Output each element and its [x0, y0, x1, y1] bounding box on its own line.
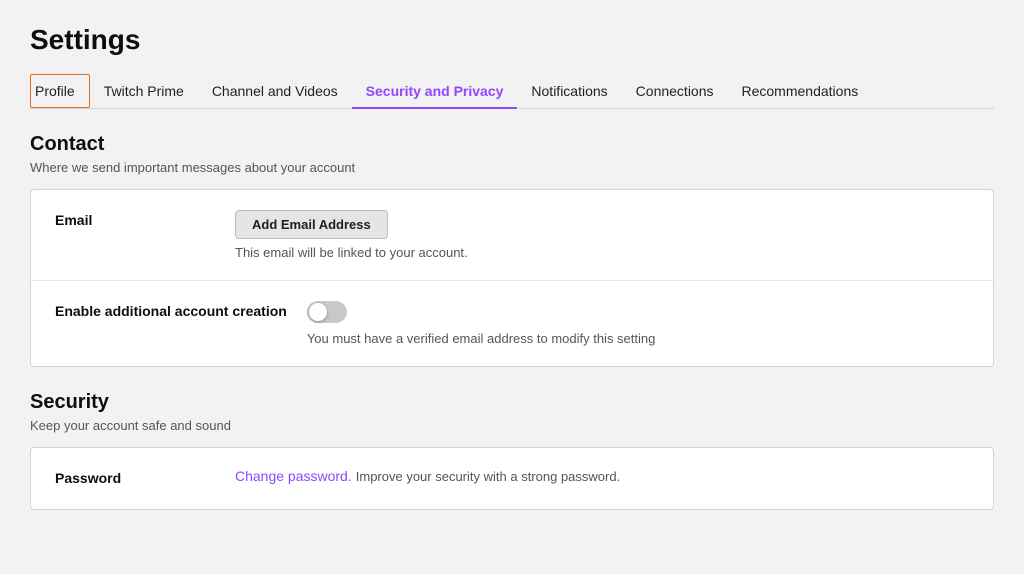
security-card: Password Change password. Improve your s…	[30, 447, 994, 510]
email-content: Add Email Address This email will be lin…	[235, 210, 969, 260]
security-section-subtitle: Keep your account safe and sound	[30, 418, 994, 433]
tab-connections[interactable]: Connections	[622, 75, 728, 109]
account-creation-toggle[interactable]	[307, 301, 347, 323]
toggle-track	[307, 301, 347, 323]
contact-card: Email Add Email Address This email will …	[30, 189, 994, 367]
email-row: Email Add Email Address This email will …	[31, 190, 993, 281]
contact-section: Contact Where we send important messages…	[30, 133, 994, 367]
password-label: Password	[55, 468, 235, 489]
tab-profile[interactable]: Profile	[30, 74, 90, 108]
account-creation-helper: You must have a verified email address t…	[307, 331, 969, 346]
password-content: Change password. Improve your security w…	[235, 468, 969, 484]
email-label: Email	[55, 210, 235, 231]
account-creation-content: You must have a verified email address t…	[307, 301, 969, 346]
tab-security-and-privacy[interactable]: Security and Privacy	[352, 75, 518, 109]
tab-notifications[interactable]: Notifications	[517, 75, 621, 109]
password-row: Password Change password. Improve your s…	[31, 448, 993, 509]
email-helper-text: This email will be linked to your accoun…	[235, 245, 969, 260]
security-section-title: Security	[30, 391, 994, 414]
security-section: Security Keep your account safe and soun…	[30, 391, 994, 510]
password-description: Change password. Improve your security w…	[235, 468, 969, 484]
contact-section-subtitle: Where we send important messages about y…	[30, 160, 994, 175]
toggle-thumb	[309, 303, 327, 321]
tab-channel-and-videos[interactable]: Channel and Videos	[198, 75, 352, 109]
tab-recommendations[interactable]: Recommendations	[728, 75, 873, 109]
contact-section-title: Contact	[30, 133, 994, 156]
password-helper-text: Improve your security with a strong pass…	[356, 469, 620, 484]
tabs-nav: Profile Twitch Prime Channel and Videos …	[30, 74, 994, 109]
change-password-link[interactable]: Change password.	[235, 468, 352, 484]
settings-page: Settings Profile Twitch Prime Channel an…	[0, 0, 1024, 564]
account-creation-label: Enable additional account creation	[55, 301, 307, 322]
page-title: Settings	[30, 24, 994, 56]
account-creation-row: Enable additional account creation You m…	[31, 281, 993, 366]
tab-twitch-prime[interactable]: Twitch Prime	[90, 75, 198, 109]
add-email-button[interactable]: Add Email Address	[235, 210, 388, 239]
